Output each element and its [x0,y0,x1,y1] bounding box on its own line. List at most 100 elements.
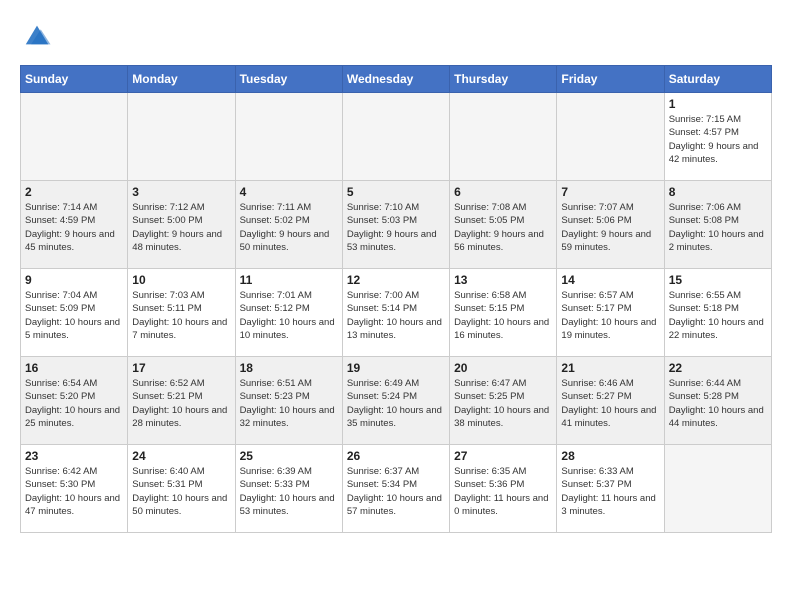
calendar-cell: 12 Sunrise: 7:00 AM Sunset: 5:14 PM Dayli… [342,269,449,357]
calendar-cell: 11Sunrise: 7:01 AM Sunset: 5:12 PM Dayli… [235,269,342,357]
day-info: Sunrise: 6:49 AM Sunset: 5:24 PM Dayligh… [347,377,445,430]
day-info: Sunrise: 7:10 AM Sunset: 5:03 PM Dayligh… [347,201,445,254]
day-number: 2 [25,185,123,199]
calendar-cell: 7 Sunrise: 7:07 AM Sunset: 5:06 PM Daylig… [557,181,664,269]
calendar-cell: 3 Sunrise: 7:12 AM Sunset: 5:00 PM Daylig… [128,181,235,269]
calendar-cell: 10 Sunrise: 7:03 AM Sunset: 5:11 PM Dayli… [128,269,235,357]
day-info: Sunrise: 7:11 AM Sunset: 5:02 PM Dayligh… [240,201,338,254]
day-info: Sunrise: 7:08 AM Sunset: 5:05 PM Dayligh… [454,201,552,254]
day-number: 24 [132,449,230,463]
calendar-cell [235,93,342,181]
day-number: 9 [25,273,123,287]
calendar-cell [664,445,771,533]
day-info: Sunrise: 7:15 AM Sunset: 4:57 PM Dayligh… [669,113,767,166]
calendar-cell: 18Sunrise: 6:51 AM Sunset: 5:23 PM Dayli… [235,357,342,445]
calendar-day-header: Sunday [21,66,128,93]
calendar-cell: 9 Sunrise: 7:04 AM Sunset: 5:09 PM Daylig… [21,269,128,357]
day-info: Sunrise: 6:55 AM Sunset: 5:18 PM Dayligh… [669,289,767,342]
day-number: 19 [347,361,445,375]
day-info: Sunrise: 7:07 AM Sunset: 5:06 PM Dayligh… [561,201,659,254]
day-number: 23 [25,449,123,463]
calendar-week-row: 16 Sunrise: 6:54 AM Sunset: 5:20 PM Dayli… [21,357,772,445]
page-header [20,20,772,55]
day-info: Sunrise: 7:00 AM Sunset: 5:14 PM Dayligh… [347,289,445,342]
day-info: Sunrise: 6:37 AM Sunset: 5:34 PM Dayligh… [347,465,445,518]
day-number: 22 [669,361,767,375]
day-number: 7 [561,185,659,199]
calendar-day-header: Thursday [450,66,557,93]
calendar-cell: 16 Sunrise: 6:54 AM Sunset: 5:20 PM Dayli… [21,357,128,445]
calendar-week-row: 23 Sunrise: 6:42 AM Sunset: 5:30 PM Dayli… [21,445,772,533]
calendar-cell [342,93,449,181]
calendar-week-row: 9 Sunrise: 7:04 AM Sunset: 5:09 PM Daylig… [21,269,772,357]
calendar-day-header: Saturday [664,66,771,93]
day-info: Sunrise: 6:57 AM Sunset: 5:17 PM Dayligh… [561,289,659,342]
calendar-cell: 17Sunrise: 6:52 AM Sunset: 5:21 PM Dayli… [128,357,235,445]
day-number: 1 [669,97,767,111]
logo-icon [22,20,52,50]
calendar-cell: 5 Sunrise: 7:10 AM Sunset: 5:03 PM Daylig… [342,181,449,269]
day-number: 21 [561,361,659,375]
day-number: 25 [240,449,338,463]
day-info: Sunrise: 6:42 AM Sunset: 5:30 PM Dayligh… [25,465,123,518]
calendar-week-row: 1 Sunrise: 7:15 AM Sunset: 4:57 PM Daylig… [21,93,772,181]
day-number: 15 [669,273,767,287]
calendar-cell: 21Sunrise: 6:46 AM Sunset: 5:27 PM Dayli… [557,357,664,445]
calendar-day-header: Wednesday [342,66,449,93]
day-info: Sunrise: 7:04 AM Sunset: 5:09 PM Dayligh… [25,289,123,342]
calendar-cell: 13 Sunrise: 6:58 AM Sunset: 5:15 PM Dayli… [450,269,557,357]
calendar-cell: 25 Sunrise: 6:39 AM Sunset: 5:33 PM Dayli… [235,445,342,533]
day-number: 27 [454,449,552,463]
day-number: 4 [240,185,338,199]
calendar-cell: 15 Sunrise: 6:55 AM Sunset: 5:18 PM Dayli… [664,269,771,357]
day-info: Sunrise: 6:33 AM Sunset: 5:37 PM Dayligh… [561,465,659,518]
day-info: Sunrise: 7:03 AM Sunset: 5:11 PM Dayligh… [132,289,230,342]
day-info: Sunrise: 6:35 AM Sunset: 5:36 PM Dayligh… [454,465,552,518]
day-number: 14 [561,273,659,287]
calendar-cell: 2Sunrise: 7:14 AM Sunset: 4:59 PM Daylig… [21,181,128,269]
calendar-cell: 1 Sunrise: 7:15 AM Sunset: 4:57 PM Daylig… [664,93,771,181]
calendar-cell [557,93,664,181]
calendar-cell: 20 Sunrise: 6:47 AM Sunset: 5:25 PM Dayli… [450,357,557,445]
calendar-day-header: Monday [128,66,235,93]
calendar-cell [450,93,557,181]
calendar-cell: 6 Sunrise: 7:08 AM Sunset: 5:05 PM Daylig… [450,181,557,269]
calendar-cell: 19 Sunrise: 6:49 AM Sunset: 5:24 PM Dayli… [342,357,449,445]
day-info: Sunrise: 6:47 AM Sunset: 5:25 PM Dayligh… [454,377,552,430]
calendar-cell: 28 Sunrise: 6:33 AM Sunset: 5:37 PM Dayli… [557,445,664,533]
day-info: Sunrise: 6:54 AM Sunset: 5:20 PM Dayligh… [25,377,123,430]
day-number: 26 [347,449,445,463]
calendar-day-header: Tuesday [235,66,342,93]
calendar-cell: 26 Sunrise: 6:37 AM Sunset: 5:34 PM Dayli… [342,445,449,533]
calendar-cell: 24 Sunrise: 6:40 AM Sunset: 5:31 PM Dayli… [128,445,235,533]
day-info: Sunrise: 6:52 AM Sunset: 5:21 PM Dayligh… [132,377,230,430]
day-number: 13 [454,273,552,287]
logo [20,20,52,55]
day-info: Sunrise: 6:58 AM Sunset: 5:15 PM Dayligh… [454,289,552,342]
calendar-cell: 14 Sunrise: 6:57 AM Sunset: 5:17 PM Dayli… [557,269,664,357]
calendar-table: SundayMondayTuesdayWednesdayThursdayFrid… [20,65,772,533]
day-number: 5 [347,185,445,199]
day-number: 3 [132,185,230,199]
day-info: Sunrise: 6:39 AM Sunset: 5:33 PM Dayligh… [240,465,338,518]
day-number: 20 [454,361,552,375]
day-number: 28 [561,449,659,463]
day-info: Sunrise: 7:06 AM Sunset: 5:08 PM Dayligh… [669,201,767,254]
calendar-cell: 4 Sunrise: 7:11 AM Sunset: 5:02 PM Daylig… [235,181,342,269]
calendar-day-header: Friday [557,66,664,93]
day-number: 11 [240,273,338,287]
calendar-cell [21,93,128,181]
day-number: 12 [347,273,445,287]
day-number: 18 [240,361,338,375]
calendar-week-row: 2Sunrise: 7:14 AM Sunset: 4:59 PM Daylig… [21,181,772,269]
day-number: 16 [25,361,123,375]
day-info: Sunrise: 7:12 AM Sunset: 5:00 PM Dayligh… [132,201,230,254]
calendar-cell: 8Sunrise: 7:06 AM Sunset: 5:08 PM Daylig… [664,181,771,269]
day-info: Sunrise: 6:40 AM Sunset: 5:31 PM Dayligh… [132,465,230,518]
calendar-cell: 23 Sunrise: 6:42 AM Sunset: 5:30 PM Dayli… [21,445,128,533]
day-info: Sunrise: 6:44 AM Sunset: 5:28 PM Dayligh… [669,377,767,430]
calendar-cell [128,93,235,181]
calendar-cell: 27 Sunrise: 6:35 AM Sunset: 5:36 PM Dayli… [450,445,557,533]
day-number: 10 [132,273,230,287]
day-number: 6 [454,185,552,199]
